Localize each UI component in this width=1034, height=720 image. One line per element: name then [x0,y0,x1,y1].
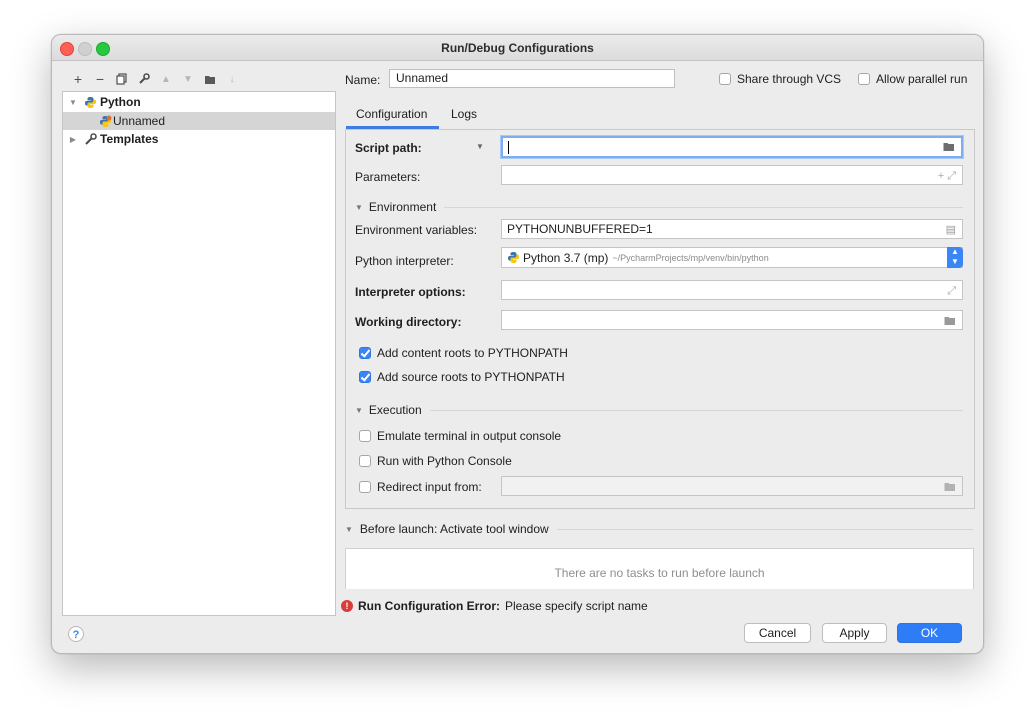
add-content-roots-label: Add content roots to PYTHONPATH [377,346,568,360]
help-button[interactable]: ? [68,626,84,642]
run-console-checkbox[interactable] [359,455,371,467]
add-source-roots-option[interactable]: Add source roots to PYTHONPATH [359,370,565,384]
interpreter-select[interactable]: Python 3.7 (mp) ~/PycharmProjects/mp/ven… [501,247,963,268]
run-console-option[interactable]: Run with Python Console [359,454,512,468]
configurations-tree: ▼ Python Unnamed ▶ Templates [62,91,336,616]
before-launch-task-list[interactable]: There are no tasks to run before launch [345,548,974,589]
interp-options-input[interactable]: ⤢ [501,280,963,300]
before-launch-section[interactable]: ▼ Before launch: Activate tool window [345,522,973,536]
text-cursor [508,141,509,155]
add-content-roots-option[interactable]: Add content roots to PYTHONPATH [359,346,568,360]
env-vars-input[interactable]: PYTHONUNBUFFERED=1 ▤ [501,219,963,239]
env-vars-label: Environment variables: [355,223,478,237]
name-field[interactable]: Unnamed [389,69,675,88]
redirect-input-field[interactable] [501,476,963,496]
folder-add-icon[interactable] [199,70,221,88]
name-label: Name: [345,73,381,87]
move-down-icon[interactable]: ▼ [177,70,199,88]
section-divider [556,528,973,530]
script-path-label: Script path: [355,141,422,155]
emulate-terminal-label: Emulate terminal in output console [377,429,562,443]
interpreter-path: ~/PycharmProjects/mp/venv/bin/python [612,252,769,263]
error-icon: ! [341,600,353,612]
share-vcs-checkbox[interactable] [719,73,731,85]
error-prefix: Run Configuration Error: [358,599,500,613]
redirect-input-checkbox[interactable] [359,481,371,493]
environment-section[interactable]: ▼ Environment [355,200,963,214]
working-dir-label: Working directory: [355,315,462,329]
redirect-input-option[interactable]: Redirect input from: [359,480,482,494]
section-collapse-icon[interactable]: ▼ [355,203,363,212]
add-source-roots-checkbox[interactable] [359,371,371,383]
cancel-button[interactable]: Cancel [744,623,811,643]
section-divider [429,409,963,411]
python-config-icon [99,115,112,128]
tree-item-templates[interactable]: ▶ Templates [63,130,335,148]
execution-section-title: Execution [368,403,422,417]
tree-label-templates: Templates [100,132,159,146]
expand-arrow-icon[interactable]: ▼ [68,98,78,107]
title-bar: Run/Debug Configurations [52,35,983,61]
collapse-arrow-icon[interactable]: ▶ [68,135,78,144]
run-debug-configurations-dialog: Run/Debug Configurations + − ▲ ▼ ↓ ▼ Pyt… [51,34,984,654]
script-type-dropdown-icon[interactable]: ▼ [476,142,484,151]
expand-icon[interactable]: + ⤢ [938,167,956,185]
share-vcs-label: Share through VCS [737,72,842,86]
section-collapse-icon[interactable]: ▼ [345,525,353,534]
copy-configuration-icon[interactable] [111,70,133,88]
move-up-icon[interactable]: ▲ [155,70,177,88]
tab-logs[interactable]: Logs [451,107,477,121]
folder-icon[interactable] [943,140,955,158]
add-configuration-button[interactable]: + [67,70,89,88]
error-message: Please specify script name [504,599,648,613]
allow-parallel-option[interactable]: Allow parallel run [858,72,967,86]
remove-configuration-button[interactable]: − [89,70,111,88]
expand-icon[interactable]: ⤢ [947,282,956,300]
python-icon [507,251,520,264]
tree-item-unnamed[interactable]: Unnamed [63,112,335,130]
folder-icon[interactable] [944,314,956,332]
sort-icon[interactable]: ↓ [221,70,243,88]
wrench-icon [84,132,97,146]
allow-parallel-label: Allow parallel run [876,72,968,86]
add-source-roots-label: Add source roots to PYTHONPATH [377,370,565,384]
config-toolbar: + − ▲ ▼ ↓ [67,69,243,89]
configuration-panel: Script path: ▼ Parameters: + ⤢ ▼ Environ… [345,129,975,509]
emulate-terminal-checkbox[interactable] [359,430,371,442]
tab-configuration[interactable]: Configuration [356,107,427,121]
window-title: Run/Debug Configurations [441,41,594,55]
section-divider [444,206,963,208]
run-console-label: Run with Python Console [377,454,512,468]
tree-label-python: Python [100,95,141,109]
tree-item-python[interactable]: ▼ Python [63,93,335,111]
empty-tasks-message: There are no tasks to run before launch [554,566,765,580]
script-path-input[interactable] [501,136,963,158]
interpreter-value: Python 3.7 (mp) [523,250,609,265]
browse-icon[interactable]: ▤ [946,221,956,239]
section-collapse-icon[interactable]: ▼ [355,406,363,415]
env-vars-value: PYTHONUNBUFFERED=1 [507,222,653,236]
add-content-roots-checkbox[interactable] [359,347,371,359]
environment-section-title: Environment [368,200,437,214]
interp-options-label: Interpreter options: [355,285,466,299]
wrench-icon[interactable] [133,70,155,88]
dropdown-arrows-icon[interactable]: ▲ ▼ [947,247,963,268]
ok-button[interactable]: OK [897,623,962,643]
working-dir-input[interactable] [501,310,963,330]
parameters-input[interactable]: + ⤢ [501,165,963,185]
redirect-input-label: Redirect input from: [377,480,482,494]
apply-button[interactable]: Apply [822,623,887,643]
parameters-label: Parameters: [355,170,421,184]
share-vcs-option[interactable]: Share through VCS [719,72,841,86]
folder-icon[interactable] [944,480,956,498]
run-config-error: ! Run Configuration Error: Please specif… [341,599,648,613]
python-icon [84,96,97,109]
tree-label-unnamed: Unnamed [113,114,166,128]
before-launch-header: Before launch: Activate tool window [359,522,549,536]
execution-section[interactable]: ▼ Execution [355,403,963,417]
allow-parallel-checkbox[interactable] [858,73,870,85]
emulate-terminal-option[interactable]: Emulate terminal in output console [359,429,561,443]
interpreter-label: Python interpreter: [355,254,454,268]
